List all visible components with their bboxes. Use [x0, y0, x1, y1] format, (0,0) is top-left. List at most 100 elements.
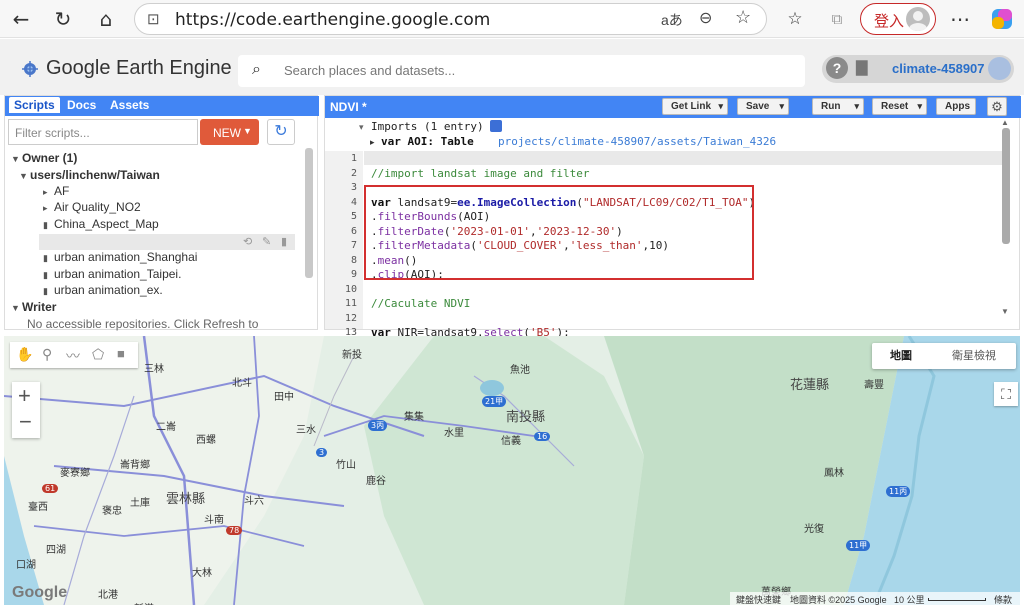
zoom-icon[interactable]: ⊖: [699, 8, 712, 28]
marker-icon[interactable]: ⚲: [42, 346, 52, 363]
login-button[interactable]: 登入: [860, 3, 936, 35]
scroll-up-icon[interactable]: ▲: [1001, 118, 1009, 127]
new-button[interactable]: NEW ▼: [200, 119, 259, 145]
reload-icon[interactable]: ↻: [50, 6, 76, 32]
imports-collapse-icon[interactable]: ▾: [359, 122, 364, 133]
copilot-icon[interactable]: [990, 7, 1014, 31]
road-badge: 3: [316, 448, 328, 457]
tab-scripts[interactable]: Scripts: [9, 97, 60, 113]
more-menu-icon[interactable]: ⋯: [947, 6, 973, 32]
polygon-icon[interactable]: ⬠: [92, 346, 104, 363]
scripts-panel: Scripts Docs Assets Filter scripts... NE…: [4, 95, 319, 331]
tree-item[interactable]: ▮ China_Aspect_Map: [43, 217, 159, 231]
site-info-icon[interactable]: ⊡: [147, 10, 160, 28]
tree-toggle-icon[interactable]: ▼: [11, 154, 22, 164]
run-button[interactable]: Run ▾: [812, 98, 864, 115]
history-icon[interactable]: ⟲: [243, 235, 252, 248]
code-line[interactable]: //import landsat image and filter: [371, 167, 590, 180]
scroll-down-icon[interactable]: ▼: [1001, 307, 1009, 316]
line-number: 9: [350, 269, 357, 280]
show-imports-icon[interactable]: [490, 120, 502, 132]
favorites-icon[interactable]: ☆: [782, 6, 808, 32]
delete-icon[interactable]: ▮: [281, 235, 287, 248]
account-avatar[interactable]: [988, 57, 1011, 80]
help-icon[interactable]: ?: [826, 57, 848, 79]
profile-avatar: [906, 7, 930, 31]
favorite-star-icon[interactable]: ☆: [735, 7, 751, 28]
map-place-label: 魚池: [510, 365, 530, 376]
line-icon[interactable]: 〰: [66, 346, 80, 366]
line-number: 8: [350, 254, 357, 266]
tree-item[interactable]: ▮ urban animation_Taipei.: [43, 267, 181, 281]
scale-bar: [928, 598, 986, 601]
map-place-label: 竹山: [336, 460, 356, 471]
zoom-out-icon[interactable]: −: [19, 409, 32, 435]
address-bar[interactable]: ⊡ https://code.earthengine.google.com aあ…: [134, 3, 767, 35]
code-editor-panel: NDVI * Get Link ▾ Save ▾ Run ▾ Reset ▾ Apps …: [324, 95, 1021, 354]
road-badge: 11丙: [886, 486, 911, 497]
map-place-label: 鳳林: [824, 468, 844, 479]
project-selector[interactable]: ? ▇ climate-458907: [822, 55, 1014, 83]
filter-scripts-input[interactable]: Filter scripts...: [8, 119, 198, 145]
tree-item[interactable]: ▮ urban animation_Shanghai: [43, 250, 197, 264]
tab-assets[interactable]: Assets: [110, 98, 149, 112]
import-expand-icon[interactable]: ▸: [370, 137, 375, 148]
line-gutter: 1234567891011121314: [325, 151, 363, 353]
scrollbar[interactable]: [305, 148, 313, 278]
map-footer: 鍵盤快速鍵 地圖資料 ©2025 Google 10 公里 條款: [730, 592, 1020, 605]
line-number: 10: [344, 283, 357, 295]
tree-toggle-icon[interactable]: ▼: [11, 303, 22, 313]
tree-item[interactable]: ▮ urban animation_ex.: [43, 283, 163, 297]
map-data-attribution: 地圖資料 ©2025 Google: [790, 595, 887, 605]
tree-item[interactable]: ▼ users/linchenw/Taiwan: [19, 168, 160, 182]
rename-icon[interactable]: ✎: [262, 235, 271, 248]
translate-icon[interactable]: aあ: [661, 10, 683, 30]
tree-toggle-icon[interactable]: ▸: [43, 187, 54, 198]
map-place-label: 光復: [804, 524, 824, 535]
tree-toggle-icon[interactable]: ▼: [19, 171, 30, 181]
collections-icon[interactable]: ⧉: [824, 6, 850, 32]
run-label: Run: [821, 101, 841, 112]
apps-button[interactable]: Apps: [936, 98, 976, 115]
get-link-button[interactable]: Get Link ▾: [662, 98, 728, 115]
back-icon[interactable]: ←: [8, 6, 34, 32]
map-place-label: 大林: [192, 568, 212, 579]
home-icon[interactable]: ⌂: [93, 6, 119, 32]
fullscreen-icon[interactable]: ⛶: [994, 382, 1018, 406]
terms-link[interactable]: 條款: [994, 593, 1012, 605]
project-name[interactable]: climate-458907: [892, 61, 985, 76]
tree-item[interactable]: ▼ Writer: [11, 300, 56, 314]
chevron-down-icon: ▾: [779, 101, 784, 111]
map-type-satellite[interactable]: 衛星檢視: [932, 343, 1016, 369]
tree-item[interactable]: ▸ AF: [43, 184, 69, 198]
feedback-icon[interactable]: ▇: [856, 58, 868, 76]
zoom-in-icon[interactable]: +: [18, 383, 31, 409]
code-line[interactable]: //Caculate NDVI: [371, 297, 470, 310]
import-path[interactable]: projects/climate-458907/assets/Taiwan_43…: [498, 135, 776, 148]
chevron-down-icon: ▾: [718, 101, 723, 111]
save-button[interactable]: Save ▾: [737, 98, 789, 115]
tab-docs[interactable]: Docs: [67, 98, 96, 112]
settings-gear-icon[interactable]: ⚙: [987, 97, 1007, 116]
map-type-map[interactable]: 地圖: [872, 343, 930, 369]
refresh-button[interactable]: ↻: [267, 119, 295, 145]
tree-toggle-icon[interactable]: ▸: [43, 203, 54, 214]
map-place-label: 土庫: [130, 498, 150, 509]
editor-scrollbar[interactable]: [1002, 128, 1010, 244]
map-place-label: 水里: [444, 428, 464, 439]
file-icon: ▮: [43, 286, 48, 296]
tree-item[interactable]: ▼ Owner (1): [11, 151, 77, 165]
search-icon: ⌕: [252, 61, 261, 78]
keyboard-shortcuts-link[interactable]: 鍵盤快速鍵: [736, 593, 781, 605]
tree-item[interactable]: ▸ Air Quality_NO2: [43, 200, 141, 214]
file-icon: ▮: [43, 253, 48, 263]
drawing-tools: ✋ ⚲ 〰 ⬠ ■: [10, 342, 138, 368]
pan-hand-icon[interactable]: ✋: [16, 346, 33, 363]
reset-button[interactable]: Reset ▾: [872, 98, 927, 115]
map-place-label: 崙背鄉: [120, 460, 150, 471]
import-var: var AOI: Table: [381, 135, 474, 148]
rectangle-icon[interactable]: ■: [117, 346, 125, 361]
imports-header[interactable]: Imports (1 entry): [371, 120, 484, 133]
search-input[interactable]: ⌕ Search places and datasets...: [238, 55, 805, 87]
map-view[interactable]: ✋ ⚲ 〰 ⬠ ■ + − 地圖 衛星檢視 ⛶ 新投 魚池 花蓮縣 壽豐 北斗 田中 二崙西…: [4, 336, 1020, 605]
